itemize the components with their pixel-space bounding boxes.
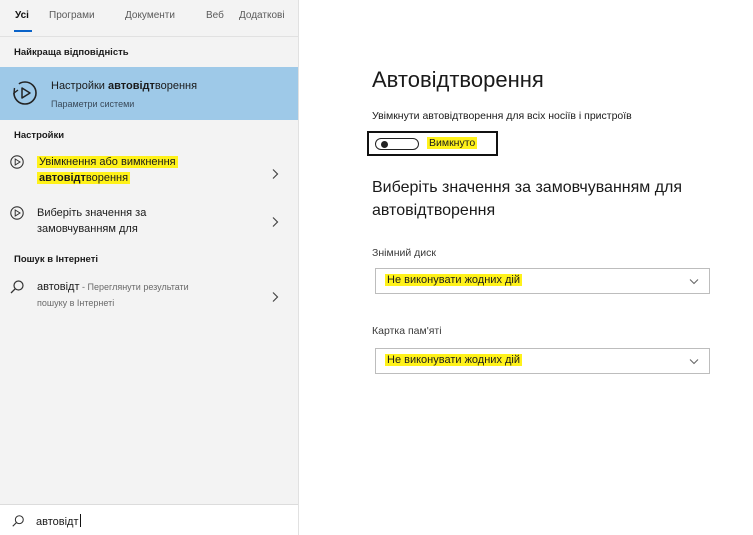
dropdown-value: Не виконувати жодних дій [385, 274, 523, 286]
best-match-subtitle: Параметри системи [51, 99, 135, 109]
chevron-right-icon [272, 292, 279, 302]
removable-drive-select[interactable]: Не виконувати жодних дій [375, 268, 710, 294]
autoplay-icon [12, 81, 37, 105]
active-tab-indicator [14, 30, 32, 32]
settings-heading: Настройки [14, 130, 65, 141]
chevron-right-icon [272, 169, 279, 179]
best-match-heading: Найкраща відповідність [14, 47, 129, 58]
autoplay-toggle-label: Увімкнути автовідтворення для всіх носії… [372, 110, 632, 122]
tab-more[interactable]: Додаткові [239, 10, 285, 21]
search-box[interactable]: автовідт [0, 504, 298, 535]
divider [0, 36, 298, 37]
result-label: Виберіть значення за замовчуванням для [37, 207, 147, 235]
toggle-state-label: Вимкнуто [427, 137, 478, 149]
page-title: Автовідтворення [372, 67, 544, 92]
web-search-heading: Пошук в Інтернеті [14, 254, 99, 265]
tab-apps[interactable]: Програми [49, 10, 95, 21]
autoplay-toggle-frame: Вимкнуто [367, 131, 498, 156]
search-tabs: Усі Програми Документи Веб Додаткові [0, 0, 298, 36]
web-result-label: автовідт - Переглянути результати пошуку… [37, 281, 189, 308]
app-root: Усі Програми Документи Веб Додаткові Най… [0, 0, 753, 535]
chevron-down-icon [689, 359, 699, 365]
memory-card-label: Картка пам'яті [372, 325, 442, 337]
settings-result-choose-defaults[interactable]: Виберіть значення за замовчуванням для [0, 201, 298, 241]
chevron-down-icon [689, 279, 699, 285]
memory-card-select[interactable]: Не виконувати жодних дій [375, 348, 710, 374]
defaults-heading: Виберіть значення за замовчуванням для а… [372, 179, 683, 219]
best-match-title: Настройки автовідтворення [51, 80, 198, 92]
result-label: Увімкнення або вимкнення автовідтворення [37, 156, 178, 184]
search-panel: Усі Програми Документи Веб Додаткові Най… [0, 0, 299, 535]
search-icon [10, 280, 24, 294]
tab-all[interactable]: Усі [15, 10, 29, 21]
dropdown-value: Не виконувати жодних дій [385, 354, 523, 366]
tab-documents[interactable]: Документи [125, 10, 175, 21]
autoplay-toggle[interactable] [375, 138, 419, 150]
web-search-result[interactable]: автовідт - Переглянути результати пошуку… [0, 276, 298, 316]
settings-result-toggle-autoplay[interactable]: Увімкнення або вимкнення автовідтворення [0, 152, 298, 192]
tab-web[interactable]: Веб [206, 10, 224, 21]
best-match-item[interactable]: Настройки автовідтворення Параметри сист… [0, 67, 298, 120]
toggle-knob [381, 140, 388, 148]
chevron-right-icon [272, 217, 279, 227]
autoplay-icon [10, 155, 24, 169]
autoplay-icon [10, 206, 24, 220]
text-caret [79, 514, 81, 527]
removable-drive-label: Знімний диск [372, 247, 436, 259]
search-input[interactable]: автовідт [36, 514, 81, 528]
search-icon [12, 515, 24, 527]
